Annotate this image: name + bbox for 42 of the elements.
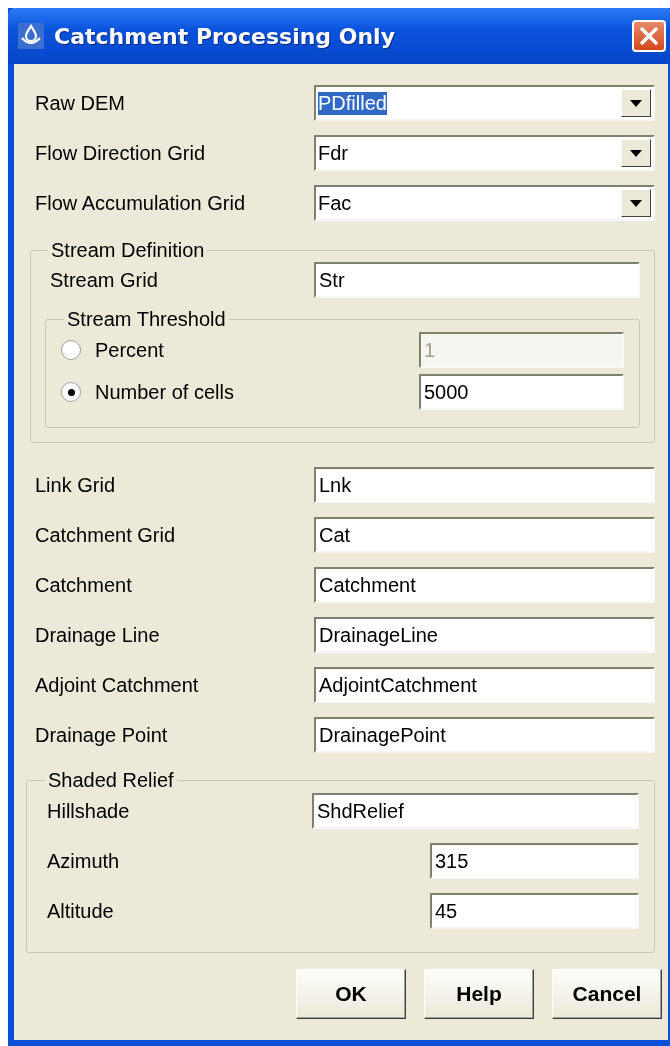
text-field[interactable]: Lnk	[314, 467, 655, 503]
dropdown[interactable]: Fac	[314, 185, 655, 221]
field-label: Azimuth	[46, 849, 120, 873]
group-title: Shaded Relief	[47, 769, 175, 792]
field-label: Hillshade	[46, 799, 130, 823]
field-label: Catchment	[34, 573, 132, 597]
field-label: Link Grid	[34, 473, 116, 497]
text-field[interactable]: Str	[314, 262, 640, 298]
text-field[interactable]: 5000	[419, 374, 624, 410]
field-label: Flow Direction Grid	[34, 141, 206, 165]
field-label: Raw DEM	[34, 91, 125, 115]
window-title: Catchment Processing Only	[54, 23, 396, 49]
text-field[interactable]: 45	[430, 893, 639, 929]
field-label: Catchment Grid	[34, 523, 176, 547]
radio-button[interactable]	[61, 382, 81, 402]
text-field[interactable]: DrainageLine	[314, 617, 655, 653]
field-label: Drainage Line	[34, 623, 160, 647]
text-field[interactable]: Cat	[314, 517, 655, 553]
field-label: Adjoint Catchment	[34, 673, 199, 697]
dialog-button[interactable]: Cancel	[552, 969, 662, 1019]
dropdown-value: PDfilled	[318, 91, 387, 115]
text-field[interactable]: AdjointCatchment	[314, 667, 655, 703]
dropdown-value: Fdr	[318, 141, 349, 165]
field-label: Flow Accumulation Grid	[34, 191, 246, 215]
dropdown[interactable]: PDfilled	[314, 85, 655, 121]
close-button[interactable]	[632, 20, 666, 52]
text-field[interactable]: ShdRelief	[312, 793, 639, 829]
text-field[interactable]: 315	[430, 843, 639, 879]
field-label: Stream Grid	[49, 268, 158, 292]
text-field[interactable]: DrainagePoint	[314, 717, 655, 753]
text-field[interactable]: Catchment	[314, 567, 655, 603]
water-drop-icon	[18, 23, 44, 49]
dropdown[interactable]: Fdr	[314, 135, 655, 171]
field-label: Altitude	[46, 899, 114, 923]
dropdown-value: Fac	[318, 191, 353, 215]
dialog-button[interactable]: OK	[296, 969, 406, 1019]
group-title: Stream Threshold	[66, 308, 227, 331]
dialog-button[interactable]: Help	[424, 969, 534, 1019]
group-title: Stream Definition	[50, 239, 206, 262]
field-label: Drainage Point	[34, 723, 168, 747]
close-icon[interactable]	[638, 25, 660, 47]
radio-label[interactable]: Number of cells	[81, 380, 234, 404]
